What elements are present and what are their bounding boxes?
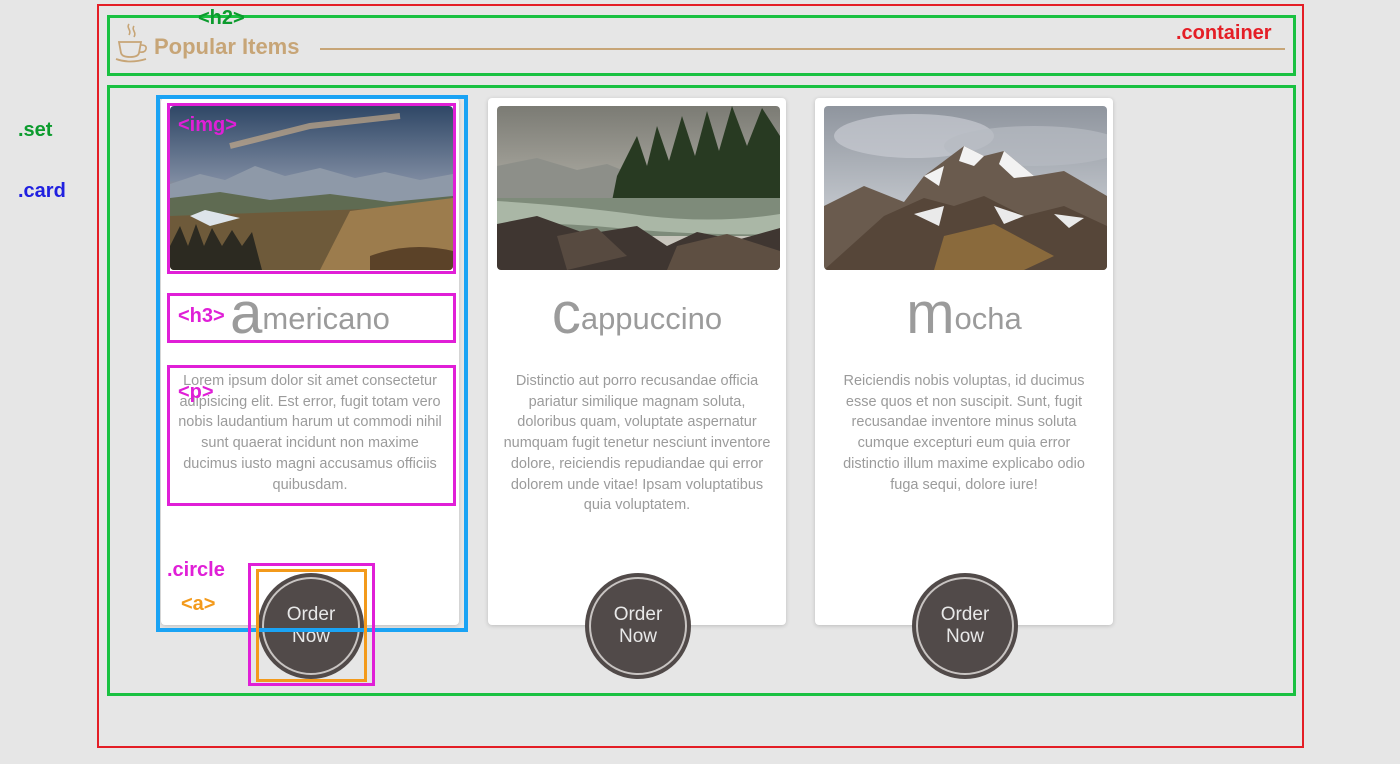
label-a: <a> xyxy=(181,593,216,615)
label-circle: .circle xyxy=(167,559,225,581)
label-p: <p> xyxy=(178,381,214,403)
label-h3: <h3> xyxy=(178,305,225,327)
label-h2: <h2> xyxy=(198,7,245,29)
label-card: .card xyxy=(18,180,66,202)
diagram-stage: Popular Items americano Lorem ipsum dolo… xyxy=(0,0,1400,764)
label-img: <img> xyxy=(178,114,237,136)
a-outline xyxy=(256,569,367,682)
label-container: .container xyxy=(1176,22,1272,44)
label-set: .set xyxy=(18,119,53,141)
h2-outline xyxy=(107,15,1296,76)
